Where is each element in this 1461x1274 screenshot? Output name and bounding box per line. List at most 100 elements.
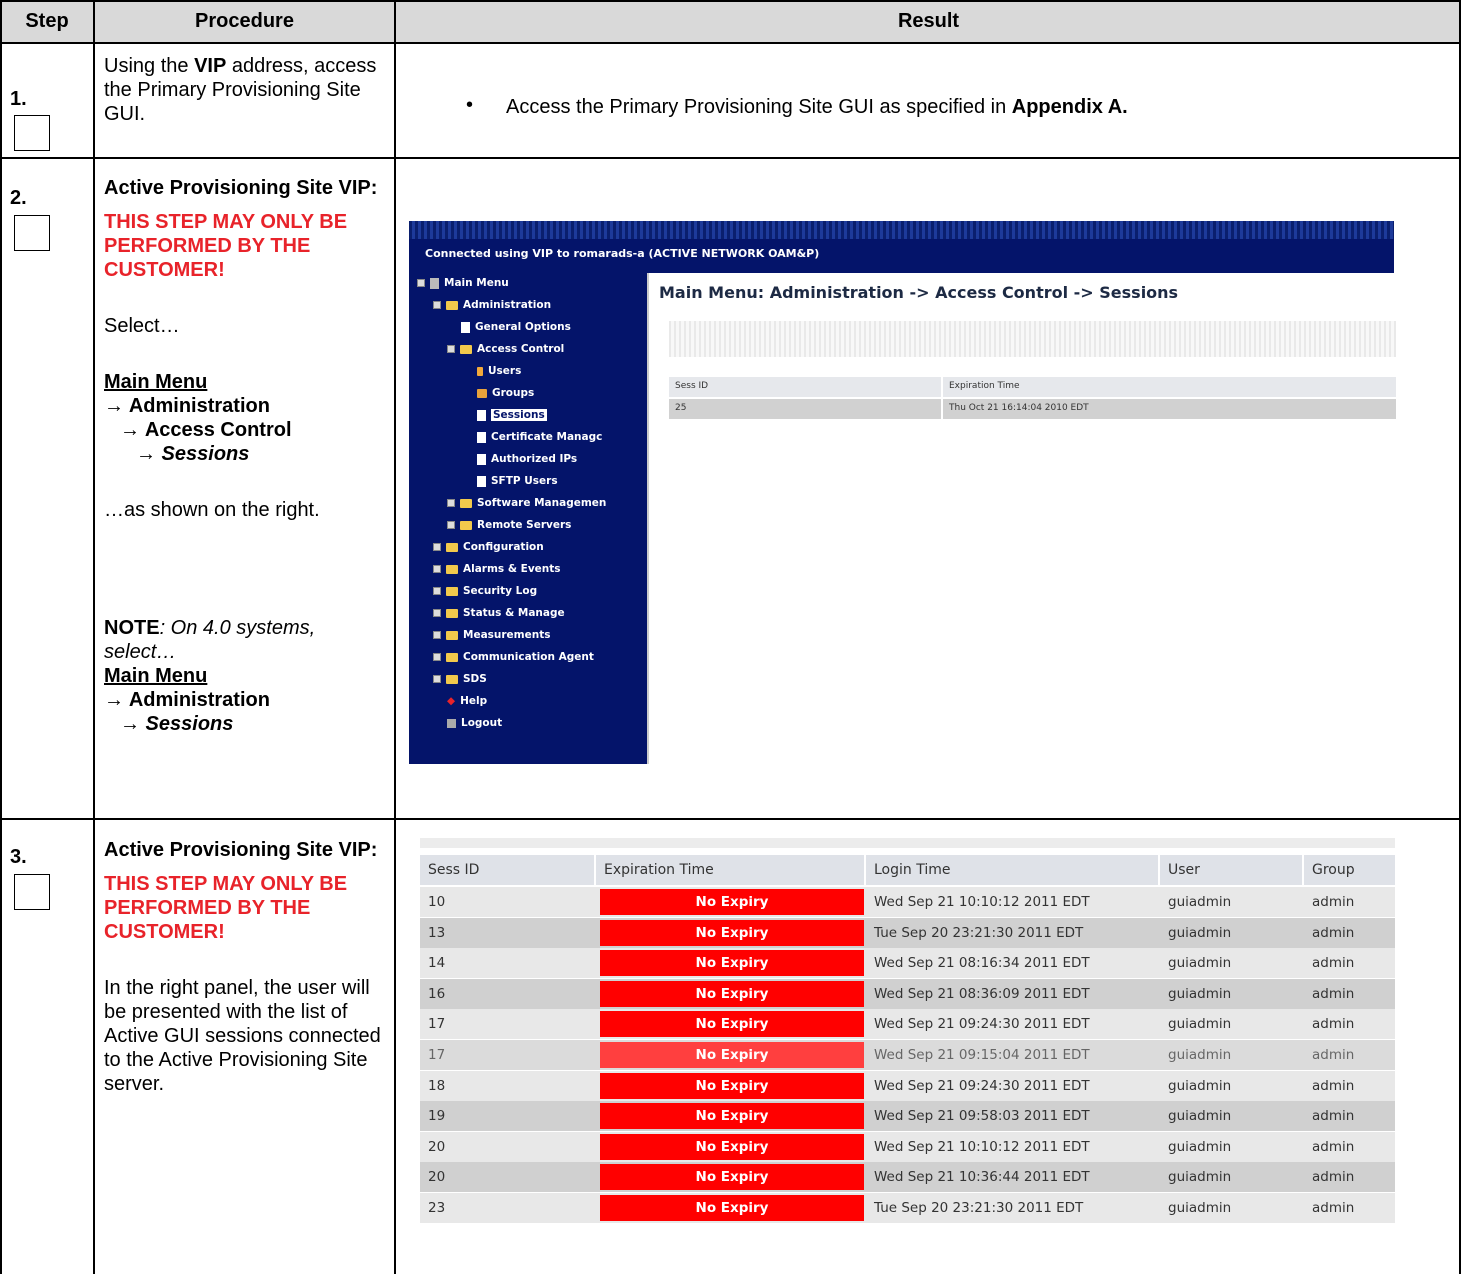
step-1-procedure: Using the VIP address, access the Primar… [104,55,377,125]
table-row[interactable]: 17 Wed Sep 21 09:24:30 2011 EDT guiadmin ad… [420,1009,1395,1040]
table-row[interactable]: 18 Wed Sep 21 09:24:30 2011 EDT guiadmin ad… [420,1070,1395,1101]
column-header-sess-id[interactable]: Sess ID [420,855,594,885]
table-row[interactable]: 17 Wed Sep 21 09:15:04 2011 EDT guiadmin ad… [420,1040,1395,1070]
table-row[interactable]: 20 Wed Sep 21 10:36:44 2011 EDT guiadmin ad… [420,1162,1395,1193]
no-expiry-badge: No Expiry [600,1042,864,1068]
table-cell-user: guiadmin [1168,1200,1232,1216]
table-cell-sess-id[interactable]: 25 [669,399,941,419]
table-cell-login: Wed Sep 21 10:10:12 2011 EDT [874,1138,1090,1155]
table-cell-group: admin [1312,1077,1355,1094]
table-row[interactable]: 16 Wed Sep 21 08:36:09 2011 EDT guiadmin ad… [420,978,1395,1009]
menu-certificate-management[interactable]: Certificate Managc [477,431,602,443]
table-cell-login: Wed Sep 21 09:15:04 2011 EDT [874,1047,1090,1063]
menu-users[interactable]: Users [477,365,521,377]
header-result: Result [396,0,1461,42]
connection-banner: Connected using VIP to romarads-a (ACTIV… [409,239,1394,273]
table-row[interactable]: 20 Wed Sep 21 10:10:12 2011 EDT guiadmin ad… [420,1131,1395,1162]
column-header-user[interactable]: User [1160,855,1302,885]
table-cell-id: 23 [428,1200,446,1216]
no-expiry-badge: No Expiry [600,980,864,1007]
table-row[interactable]: 19 Wed Sep 21 09:58:03 2011 EDT guiadmin ad… [420,1101,1395,1132]
step-3-number: 3. [10,846,27,868]
column-header-login-time[interactable]: Login Time [866,855,1158,885]
header-step: Step [1,0,93,42]
menu-status-manage[interactable]: Status & Manage [433,607,565,619]
menu-sftp-users[interactable]: SFTP Users [477,475,558,487]
menu-software-management[interactable]: Software Managemen [447,497,606,509]
table-cell-user: guiadmin [1168,985,1232,1002]
table-cell-group: admin [1312,1108,1355,1125]
table-cell-user: guiadmin [1168,1047,1232,1063]
table-cell-id: 20 [428,1169,446,1186]
menu-measurements[interactable]: Measurements [433,629,551,641]
table-row[interactable]: 10 Wed Sep 21 10:10:12 2011 EDT guiadmin ad… [420,887,1395,917]
table-cell-login: Wed Sep 21 08:36:09 2011 EDT [874,985,1090,1002]
table-cell-id: 17 [428,1047,446,1063]
table-cell-id: 20 [428,1138,446,1155]
table-cell-login: Wed Sep 21 10:10:12 2011 EDT [874,894,1090,910]
step-2-procedure: Active Provisioning Site VIP: THIS STEP … [104,177,378,735]
table-row[interactable]: 23 Tue Sep 20 23:21:30 2011 EDT guiadmin ad… [420,1193,1395,1223]
no-expiry-badge: No Expiry [600,1164,864,1191]
toolbar-strip [669,321,1396,357]
no-expiry-badge: No Expiry [600,1072,864,1099]
table-cell-login: Wed Sep 21 08:16:34 2011 EDT [874,955,1090,972]
table-cell-login: Wed Sep 21 09:24:30 2011 EDT [874,1016,1090,1033]
table-cell-expiration[interactable]: Thu Oct 21 16:14:04 2010 EDT [943,399,1396,419]
table-cell-id: 14 [428,955,446,972]
column-header-expiration-time[interactable]: Expiration Time [943,377,1396,397]
table-cell-user: guiadmin [1168,894,1232,910]
menu-communication-agent[interactable]: Communication Agent [433,651,594,663]
column-header-sess-id[interactable]: Sess ID [669,377,941,397]
step-3-screenshot: Sess ID Expiration Time Login Time User … [420,838,1395,1274]
step-3-checkbox[interactable] [14,874,50,910]
menu-remote-servers[interactable]: Remote Servers [447,519,571,531]
no-expiry-badge: No Expiry [600,950,864,977]
table-cell-group: admin [1312,955,1355,972]
no-expiry-badge: No Expiry [600,1195,864,1221]
table-cell-id: 19 [428,1108,446,1125]
menu-sds[interactable]: SDS [433,673,487,685]
table-cell-id: 16 [428,985,446,1002]
sessions-page: Main Menu: Administration -> Access Cont… [647,273,1396,764]
table-cell-group: admin [1312,1169,1355,1186]
table-cell-login: Wed Sep 21 09:24:30 2011 EDT [874,1077,1090,1094]
menu-authorized-ips[interactable]: Authorized IPs [477,453,577,465]
table-cell-user: guiadmin [1168,1138,1232,1155]
main-menu-tree: Main Menu Administration General Options… [409,273,647,764]
table-row[interactable]: 13 Tue Sep 20 23:21:30 2011 EDT guiadmin ad… [420,917,1395,948]
menu-sessions[interactable]: Sessions [477,409,547,421]
menu-alarms-events[interactable]: Alarms & Events [433,563,561,575]
table-cell-group: admin [1312,985,1355,1002]
no-expiry-badge: No Expiry [600,919,864,946]
menu-main-menu[interactable]: Main Menu [417,277,509,289]
table-cell-user: guiadmin [1168,1016,1232,1033]
column-header-expiration-time[interactable]: Expiration Time [596,855,864,885]
step-1-number: 1. [10,88,27,110]
menu-general-options[interactable]: General Options [461,321,571,333]
table-cell-group: admin [1312,1138,1355,1155]
table-cell-user: guiadmin [1168,1169,1232,1186]
step-2-screenshot: Connected using VIP to romarads-a (ACTIV… [409,221,1396,764]
table-cell-login: Tue Sep 20 23:21:30 2011 EDT [874,924,1084,941]
menu-access-control[interactable]: Access Control [447,343,564,355]
no-expiry-badge: No Expiry [600,1103,864,1130]
table-row[interactable]: 14 Wed Sep 21 08:16:34 2011 EDT guiadmin ad… [420,948,1395,979]
menu-administration[interactable]: Administration [433,299,551,311]
table-cell-group: admin [1312,1016,1355,1033]
menu-groups[interactable]: Groups [477,387,534,399]
column-header-group[interactable]: Group [1304,855,1395,885]
menu-logout[interactable]: Logout [447,717,502,729]
step-2-checkbox[interactable] [14,215,50,251]
step-2-number: 2. [10,187,27,209]
table-cell-user: guiadmin [1168,1108,1232,1125]
table-cell-group: admin [1312,1200,1355,1216]
no-expiry-badge: No Expiry [600,889,864,915]
header-procedure: Procedure [95,0,394,42]
step-1-checkbox[interactable] [14,115,50,151]
table-cell-id: 18 [428,1077,446,1094]
menu-help[interactable]: ◆ Help [447,695,487,707]
menu-security-log[interactable]: Security Log [433,585,537,597]
table-cell-user: guiadmin [1168,955,1232,972]
menu-configuration[interactable]: Configuration [433,541,544,553]
